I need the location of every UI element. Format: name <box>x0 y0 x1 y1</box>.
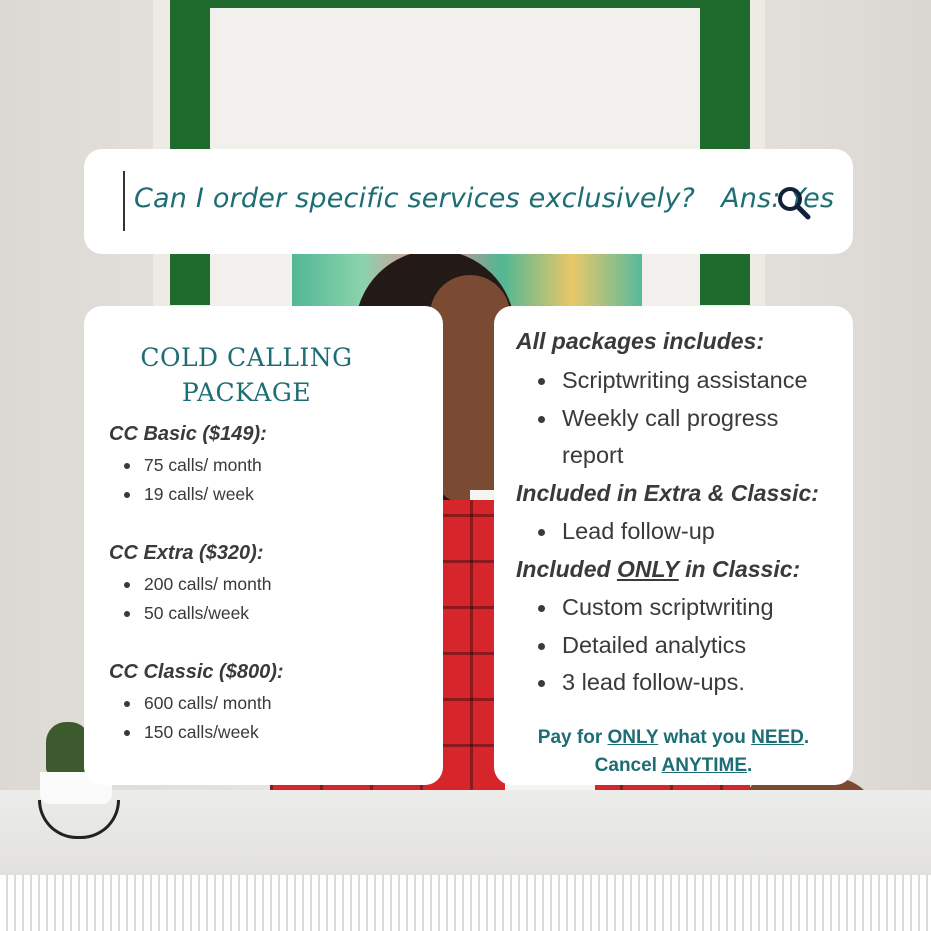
extra-classic-heading: Included in Extra & Classic: <box>516 480 819 506</box>
cabinet-top <box>0 790 931 875</box>
list-item: Lead follow-up <box>516 513 836 551</box>
heading-part: Included <box>516 556 617 582</box>
list-item: Scriptwriting assistance <box>516 362 836 400</box>
package-name: CC Extra ($320): <box>109 542 264 564</box>
list-item: 75 calls/ month <box>109 451 267 480</box>
package-features: 600 calls/ month 150 calls/week <box>109 689 284 747</box>
cabinet-drawers <box>0 875 931 931</box>
pay-cancel-note: Pay for ONLY what you NEED. Cancel ANYTI… <box>494 724 853 780</box>
cold-calling-card: COLD CALLING PACKAGE CC Basic ($149): 75… <box>84 306 443 785</box>
heading-emphasis: ONLY <box>616 556 679 582</box>
package-features: 75 calls/ month 19 calls/ week <box>109 451 267 509</box>
card-title-line2: PACKAGE <box>181 378 312 407</box>
search-query: Can I order specific services exclusivel… <box>134 183 834 214</box>
text-part: . <box>747 755 753 776</box>
card-title: COLD CALLING PACKAGE <box>84 340 409 410</box>
emphasis-anytime: ANYTIME <box>661 755 748 776</box>
text-part: Cancel <box>594 755 662 776</box>
list-item: 19 calls/ week <box>109 480 267 509</box>
package-name: CC Classic ($800): <box>109 661 284 683</box>
emphasis-need: NEED <box>751 727 804 748</box>
text-part: Pay for <box>537 727 608 748</box>
emphasis-only: ONLY <box>607 727 659 748</box>
package-features: 200 calls/ month 50 calls/week <box>109 570 271 628</box>
all-packages-list: Scriptwriting assistance Weekly call pro… <box>516 362 836 475</box>
classic-only-list: Custom scriptwriting Detailed analytics … <box>516 589 836 702</box>
list-item: 600 calls/ month <box>109 689 284 718</box>
search-icon[interactable] <box>776 185 812 221</box>
list-item: Custom scriptwriting <box>516 589 836 627</box>
search-bar[interactable]: Can I order specific services exclusivel… <box>84 149 853 254</box>
list-item: Detailed analytics <box>516 627 836 665</box>
text-part: . <box>803 727 810 748</box>
heading-part: in Classic: <box>678 556 801 582</box>
card-title-line1: COLD CALLING <box>140 343 353 372</box>
list-item: 150 calls/week <box>109 718 284 747</box>
list-item: 3 lead follow-ups. <box>516 664 836 702</box>
package-basic: CC Basic ($149): 75 calls/ month 19 call… <box>109 423 267 509</box>
pay-line: Pay for ONLY what you NEED. <box>494 724 853 752</box>
text-part: what you <box>658 727 752 748</box>
search-question: Can I order specific services exclusivel… <box>134 183 696 214</box>
all-packages-heading: All packages includes: <box>516 328 764 354</box>
text-cursor <box>123 171 125 231</box>
classic-only-heading: Included ONLY in Classic: <box>516 556 800 583</box>
inclusions-card: All packages includes: Scriptwriting ass… <box>494 306 853 785</box>
list-item: Weekly call progress report <box>516 400 822 475</box>
package-name: CC Basic ($149): <box>109 423 267 445</box>
package-extra: CC Extra ($320): 200 calls/ month 50 cal… <box>109 542 271 628</box>
package-classic: CC Classic ($800): 600 calls/ month 150 … <box>109 661 284 747</box>
cancel-line: Cancel ANYTIME. <box>494 752 853 780</box>
list-item: 50 calls/week <box>109 599 271 628</box>
list-item: 200 calls/ month <box>109 570 271 599</box>
extra-classic-list: Lead follow-up <box>516 513 836 551</box>
